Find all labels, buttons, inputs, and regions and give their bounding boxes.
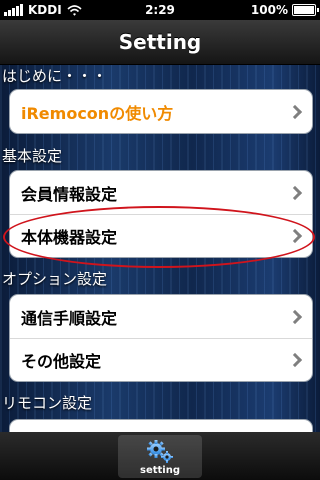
row-communication-settings[interactable]: 通信手順設定: [10, 295, 312, 338]
gears-icon: [147, 440, 173, 463]
row-label: 会員情報設定: [21, 184, 118, 204]
navigation-bar: Setting: [0, 20, 320, 65]
chevron-right-icon: [287, 104, 303, 119]
row-other-settings[interactable]: その他設定: [10, 338, 312, 381]
tab-label: setting: [140, 465, 180, 476]
row-member-info[interactable]: 会員情報設定: [10, 171, 312, 214]
page-title: Setting: [118, 30, 202, 54]
battery-percent: 100%: [250, 3, 288, 17]
status-right: 100%: [250, 3, 319, 17]
section-header-intro: はじめに・・・: [2, 67, 108, 85]
chevron-right-icon: [287, 352, 303, 368]
chevron-right-icon: [287, 228, 303, 244]
group-intro: iRemoconの使い方: [9, 89, 313, 134]
row-label: その他設定: [21, 352, 102, 371]
row-device-settings[interactable]: 本体機器設定: [10, 214, 312, 257]
section-header-remote: リモコン設定: [2, 394, 93, 412]
row-label: 通信手順設定: [21, 308, 118, 328]
tab-bar: setting: [0, 432, 320, 480]
battery-icon: [292, 4, 319, 16]
group-options: 通信手順設定 その他設定: [9, 294, 313, 382]
tab-setting[interactable]: setting: [118, 435, 202, 478]
row-iremocon-howto[interactable]: iRemoconの使い方: [10, 90, 312, 133]
status-bar: KDDI 2:29 100%: [0, 0, 320, 20]
row-label: 本体機器設定: [21, 228, 118, 247]
group-basic: 会員情報設定 本体機器設定: [9, 170, 313, 258]
group-remote: [9, 419, 313, 432]
chevron-right-icon: [287, 185, 303, 200]
chevron-right-icon: [287, 309, 303, 324]
section-header-options: オプション設定: [2, 270, 108, 288]
section-header-basic: 基本設定: [2, 147, 63, 165]
settings-list[interactable]: はじめに・・・ iRemoconの使い方 基本設定 会員情報設定 本体機器設定 …: [0, 65, 320, 432]
row-label: iRemoconの使い方: [21, 103, 174, 123]
